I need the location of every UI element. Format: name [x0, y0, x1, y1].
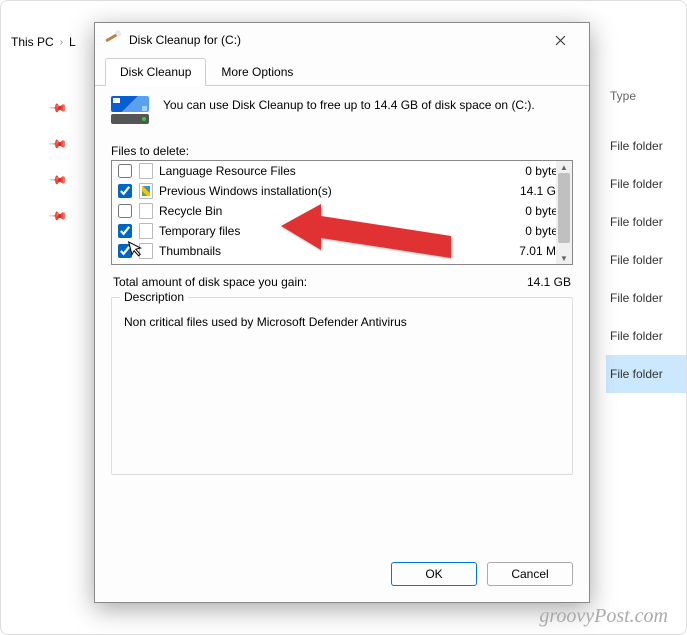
breadcrumb-root[interactable]: This PC	[11, 35, 54, 49]
file-checkbox[interactable]	[118, 224, 132, 238]
breadcrumb-next[interactable]: L	[69, 35, 76, 49]
scroll-down-icon[interactable]: ▼	[556, 252, 572, 264]
scrollbar[interactable]: ▲ ▼	[556, 161, 572, 264]
pin-icon: 📌	[48, 206, 68, 226]
file-icon	[139, 243, 153, 259]
file-list-container: Language Resource Files0 bytesPrevious W…	[111, 160, 573, 265]
chevron-right-icon: ›	[60, 37, 63, 48]
type-cell[interactable]: File folder	[606, 241, 686, 279]
total-value: 14.1 GB	[527, 275, 571, 289]
file-label: Temporary files	[159, 224, 492, 238]
cancel-button[interactable]: Cancel	[487, 562, 573, 586]
description-header: Description	[120, 290, 188, 304]
watermark: groovyPost.com	[539, 605, 668, 628]
file-checkbox[interactable]	[118, 184, 132, 198]
titlebar[interactable]: Disk Cleanup for (C:)	[95, 23, 589, 57]
list-item[interactable]: Recycle Bin0 bytes	[112, 201, 572, 221]
disk-cleanup-icon	[105, 32, 121, 48]
file-label: Previous Windows installation(s)	[159, 184, 492, 198]
type-cell[interactable]: File folder	[606, 317, 686, 355]
windows-icon	[139, 183, 153, 199]
close-button[interactable]	[537, 25, 583, 55]
description-group: Description Non critical files used by M…	[111, 297, 573, 475]
pin-icon: 📌	[48, 98, 68, 118]
tab-more-options[interactable]: More Options	[206, 58, 308, 86]
list-item[interactable]: Temporary files0 bytes	[112, 221, 572, 241]
type-cell[interactable]: File folder	[606, 203, 686, 241]
file-icon	[139, 223, 153, 239]
tab-disk-cleanup[interactable]: Disk Cleanup	[105, 58, 206, 86]
file-checkbox[interactable]	[118, 204, 132, 218]
file-icon	[139, 163, 153, 179]
type-cell[interactable]: File folder	[606, 165, 686, 203]
intro-text: You can use Disk Cleanup to free up to 1…	[163, 96, 535, 130]
description-text: Non critical files used by Microsoft Def…	[124, 314, 560, 331]
type-cell[interactable]: File folder	[606, 355, 686, 393]
list-item[interactable]: Previous Windows installation(s)14.1 GB	[112, 181, 572, 201]
total-label: Total amount of disk space you gain:	[113, 275, 307, 289]
files-to-delete-label: Files to delete:	[111, 144, 573, 158]
ok-button[interactable]: OK	[391, 562, 477, 586]
scrollbar-thumb[interactable]	[558, 173, 570, 243]
type-cell[interactable]: File folder	[606, 127, 686, 165]
pin-icon: 📌	[48, 170, 68, 190]
breadcrumb[interactable]: This PC › L	[11, 35, 76, 49]
column-header-type[interactable]: Type	[606, 89, 686, 103]
file-checkbox[interactable]	[118, 164, 132, 178]
file-label: Language Resource Files	[159, 164, 492, 178]
drive-icon	[111, 96, 151, 130]
window-title: Disk Cleanup for (C:)	[129, 33, 537, 47]
pinned-items: 📌 📌 📌 📌	[51, 101, 66, 223]
close-icon	[555, 35, 566, 46]
pin-icon: 📌	[48, 134, 68, 154]
scroll-up-icon[interactable]: ▲	[556, 161, 572, 173]
file-label: Recycle Bin	[159, 204, 492, 218]
list-item[interactable]: Thumbnails7.01 MB	[112, 241, 572, 261]
disk-cleanup-dialog: Disk Cleanup for (C:) Disk Cleanup More …	[94, 22, 590, 603]
file-checkbox[interactable]	[118, 244, 132, 258]
list-item[interactable]: Language Resource Files0 bytes	[112, 161, 572, 181]
tab-bar: Disk Cleanup More Options	[95, 57, 589, 86]
file-list[interactable]: Language Resource Files0 bytesPrevious W…	[112, 161, 572, 264]
file-icon	[139, 203, 153, 219]
file-label: Thumbnails	[159, 244, 492, 258]
type-cell[interactable]: File folder	[606, 279, 686, 317]
